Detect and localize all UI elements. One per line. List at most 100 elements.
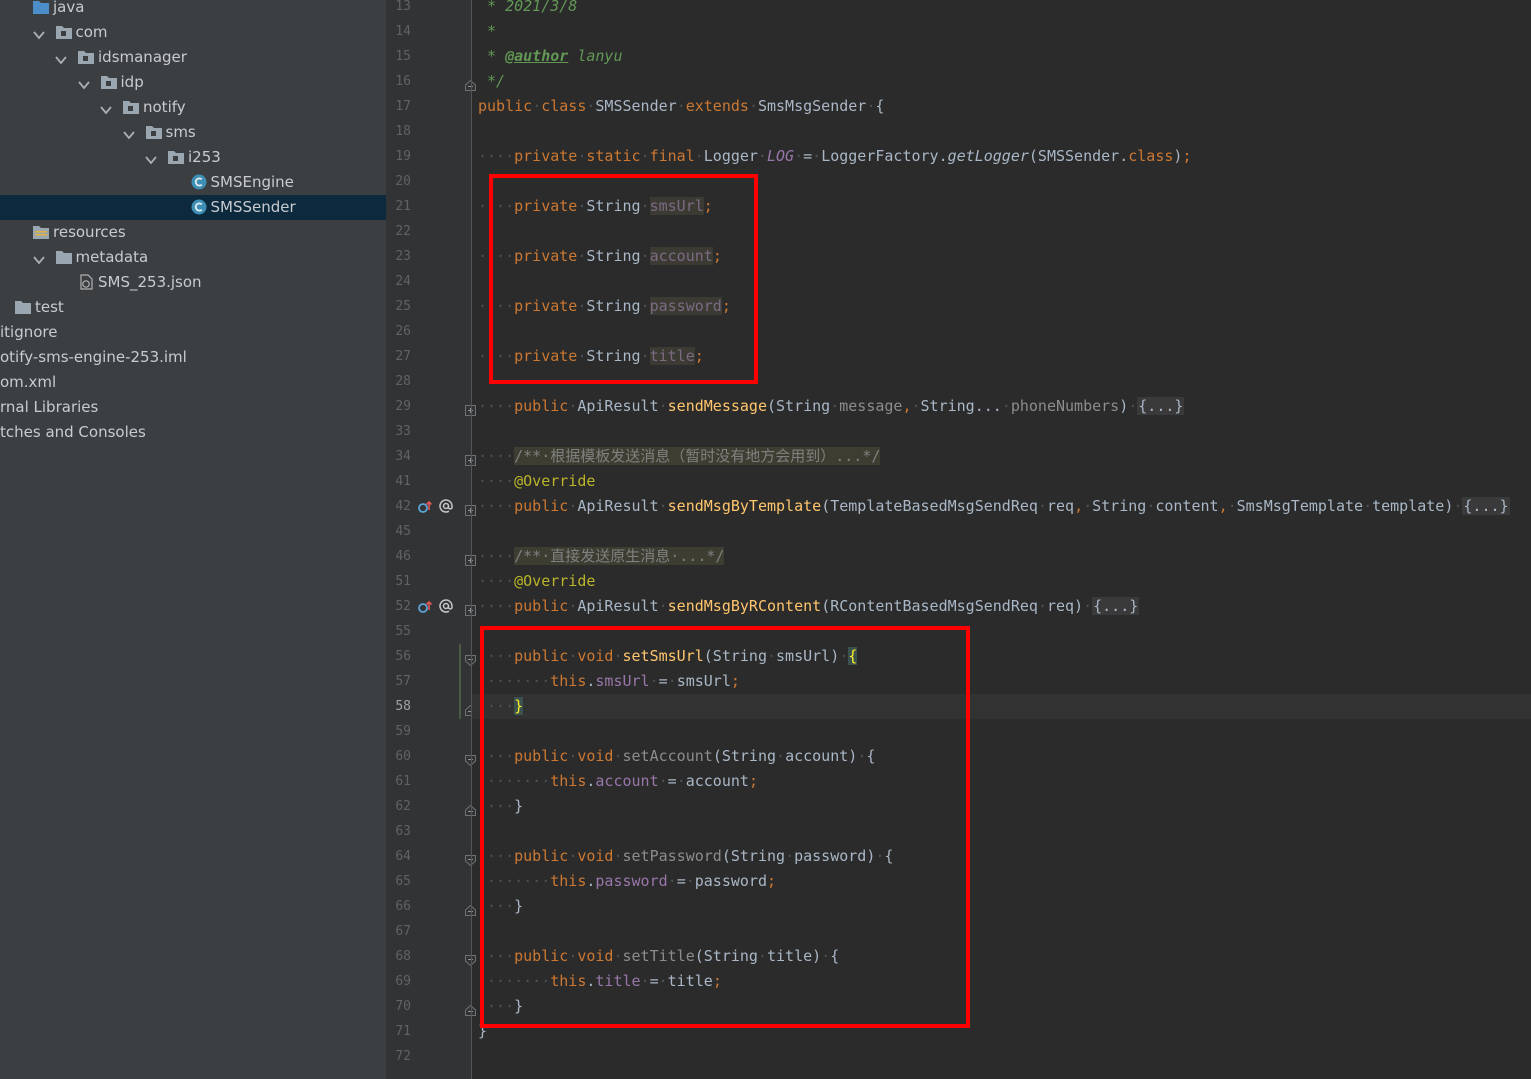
code-token: public [514, 847, 569, 865]
tree-item-label: rnal Libraries [0, 398, 99, 416]
code-line[interactable]: ········this.account·=·account; [478, 769, 758, 794]
code-token: Logger [703, 147, 758, 165]
code-token: { [866, 747, 876, 765]
line-number: 55 [395, 624, 411, 639]
code-line[interactable]: * 2021/3/8 [478, 0, 577, 19]
code-line[interactable]: ····public·void·setPassword(String·passw… [478, 844, 893, 869]
code-token: · [794, 147, 804, 165]
code-token: String [586, 347, 641, 365]
code-token: ApiResult [577, 497, 659, 515]
override-icon[interactable] [417, 499, 433, 515]
code-line[interactable]: ····private·static·final·Logger·LOG·=·Lo… [478, 144, 1191, 169]
code-token: void [577, 747, 614, 765]
code-line[interactable]: ····public·ApiResult·sendMsgByTemplate(T… [478, 494, 1510, 519]
tree-item[interactable]: com [0, 20, 386, 45]
tree-item[interactable]: idp [0, 70, 386, 95]
code-line[interactable]: ····private·String·password; [478, 294, 731, 319]
tree-item[interactable]: otify-sms-engine-253.iml [0, 345, 386, 370]
java-class-icon [190, 174, 208, 190]
code-token: password [595, 872, 668, 890]
code-line[interactable]: * @author lanyu [478, 44, 622, 69]
code-line[interactable]: ····/**·根据模板发送消息（暂时没有地方会用到）...*/ [478, 444, 881, 469]
chevron-down-icon[interactable] [145, 151, 157, 165]
annotation-at-icon[interactable] [438, 598, 454, 614]
code-line[interactable]: ········this.title·=·title; [478, 969, 722, 994]
override-icon[interactable] [417, 599, 433, 615]
line-number: 33 [395, 424, 411, 439]
code-token: ; [712, 972, 722, 990]
code-token: · [640, 197, 650, 215]
tree-item[interactable]: test [0, 295, 386, 320]
code-token: password [649, 297, 722, 315]
code-line[interactable]: ····public·void·setTitle(String·title)·{ [478, 944, 839, 969]
chevron-down-icon[interactable] [77, 76, 90, 90]
tree-item[interactable]: tches and Consoles [0, 420, 386, 445]
annotation-at-icon[interactable] [438, 498, 454, 514]
tree-item[interactable]: resources [0, 220, 386, 245]
code-line[interactable]: ····@Override [478, 469, 595, 494]
chevron-down-icon[interactable] [32, 251, 45, 265]
tree-item[interactable]: i253 [0, 145, 386, 170]
code-line[interactable]: ····} [478, 894, 523, 919]
line-number: 67 [395, 924, 411, 939]
code-line[interactable]: ····private·String·title; [478, 344, 704, 369]
tree-item[interactable]: rnal Libraries [0, 395, 386, 420]
tree-item[interactable]: om.xml [0, 370, 386, 395]
tree-item-label: idsmanager [98, 48, 187, 66]
tree-item[interactable]: metadata [0, 245, 386, 270]
code-token: public [514, 597, 569, 615]
code-line[interactable]: ····/**·直接发送原生消息·...*/ [478, 544, 725, 569]
tree-item[interactable]: sms [0, 120, 386, 145]
chevron-down-icon[interactable] [55, 51, 67, 65]
code-line[interactable]: */ [478, 69, 505, 94]
code-line[interactable]: ····public·ApiResult·sendMessage(String·… [478, 394, 1185, 419]
code-line[interactable]: ····public·ApiResult·sendMsgByRContent(R… [478, 594, 1140, 619]
code-token: SmsMsgSender [757, 97, 867, 115]
code-line[interactable]: ····} [478, 994, 523, 1019]
tree-item[interactable]: itignore [0, 320, 386, 345]
tree-item-label: tches and Consoles [0, 423, 146, 441]
tree-item[interactable]: notify [0, 95, 386, 120]
code-token: */ [478, 72, 506, 90]
chevron-down-icon[interactable] [122, 126, 135, 140]
code-line[interactable]: ····} [478, 794, 523, 819]
code-line[interactable]: ····private·String·account; [478, 244, 722, 269]
chevron-down-icon[interactable] [100, 101, 112, 115]
code-token: ···· [478, 847, 515, 865]
code-token: ········ [478, 672, 551, 690]
code-line[interactable]: ········this.password·=·password; [478, 869, 776, 894]
code-line[interactable]: ····} [478, 694, 524, 719]
code-line[interactable]: ····public·void·setSmsUrl(String·smsUrl)… [478, 644, 858, 669]
code-token: { [848, 647, 858, 665]
code-token: · [757, 947, 767, 965]
code-token: · [1037, 497, 1047, 515]
code-token: ········ [478, 772, 551, 790]
code-token: · [785, 847, 795, 865]
code-token: ···· [478, 897, 515, 915]
code-token: LOG [767, 147, 795, 165]
code-token: ; [703, 197, 713, 215]
code-token: this [550, 972, 587, 990]
code-token: ; [748, 772, 758, 790]
code-token: @Override [514, 472, 596, 490]
code-line[interactable]: ····private·String·smsUrl; [478, 194, 713, 219]
code-token: · [748, 97, 758, 115]
code-line[interactable]: ····@Override [478, 569, 595, 594]
chevron-down-icon[interactable] [32, 26, 45, 40]
tree-item[interactable]: SMS_253.json [0, 270, 386, 295]
code-token: this [550, 872, 587, 890]
code-token: ···· [478, 447, 515, 465]
tree-item[interactable]: idsmanager [0, 45, 386, 70]
code-token: · [568, 647, 578, 665]
code-line[interactable]: ········this.smsUrl·=·smsUrl; [478, 669, 740, 694]
code-line[interactable]: public·class·SMSSender·extends·SmsMsgSen… [478, 94, 884, 119]
code-line[interactable]: } [478, 1019, 487, 1044]
tree-item-label: SMS_253.json [98, 273, 202, 291]
code-line[interactable]: * [478, 19, 496, 44]
code-editor[interactable]: 13 14 15 16 17 18 19 20 21 22 23 24 25 26 27 28 29 33 34 41… [386, 0, 1531, 1079]
tree-item[interactable]: SMSSender [0, 195, 386, 220]
code-token: smsUrl [676, 672, 731, 690]
tree-item[interactable]: SMSEngine [0, 170, 386, 195]
tree-item[interactable]: java [0, 0, 386, 20]
code-line[interactable]: ····public·void·setAccount(String·accoun… [478, 744, 875, 769]
